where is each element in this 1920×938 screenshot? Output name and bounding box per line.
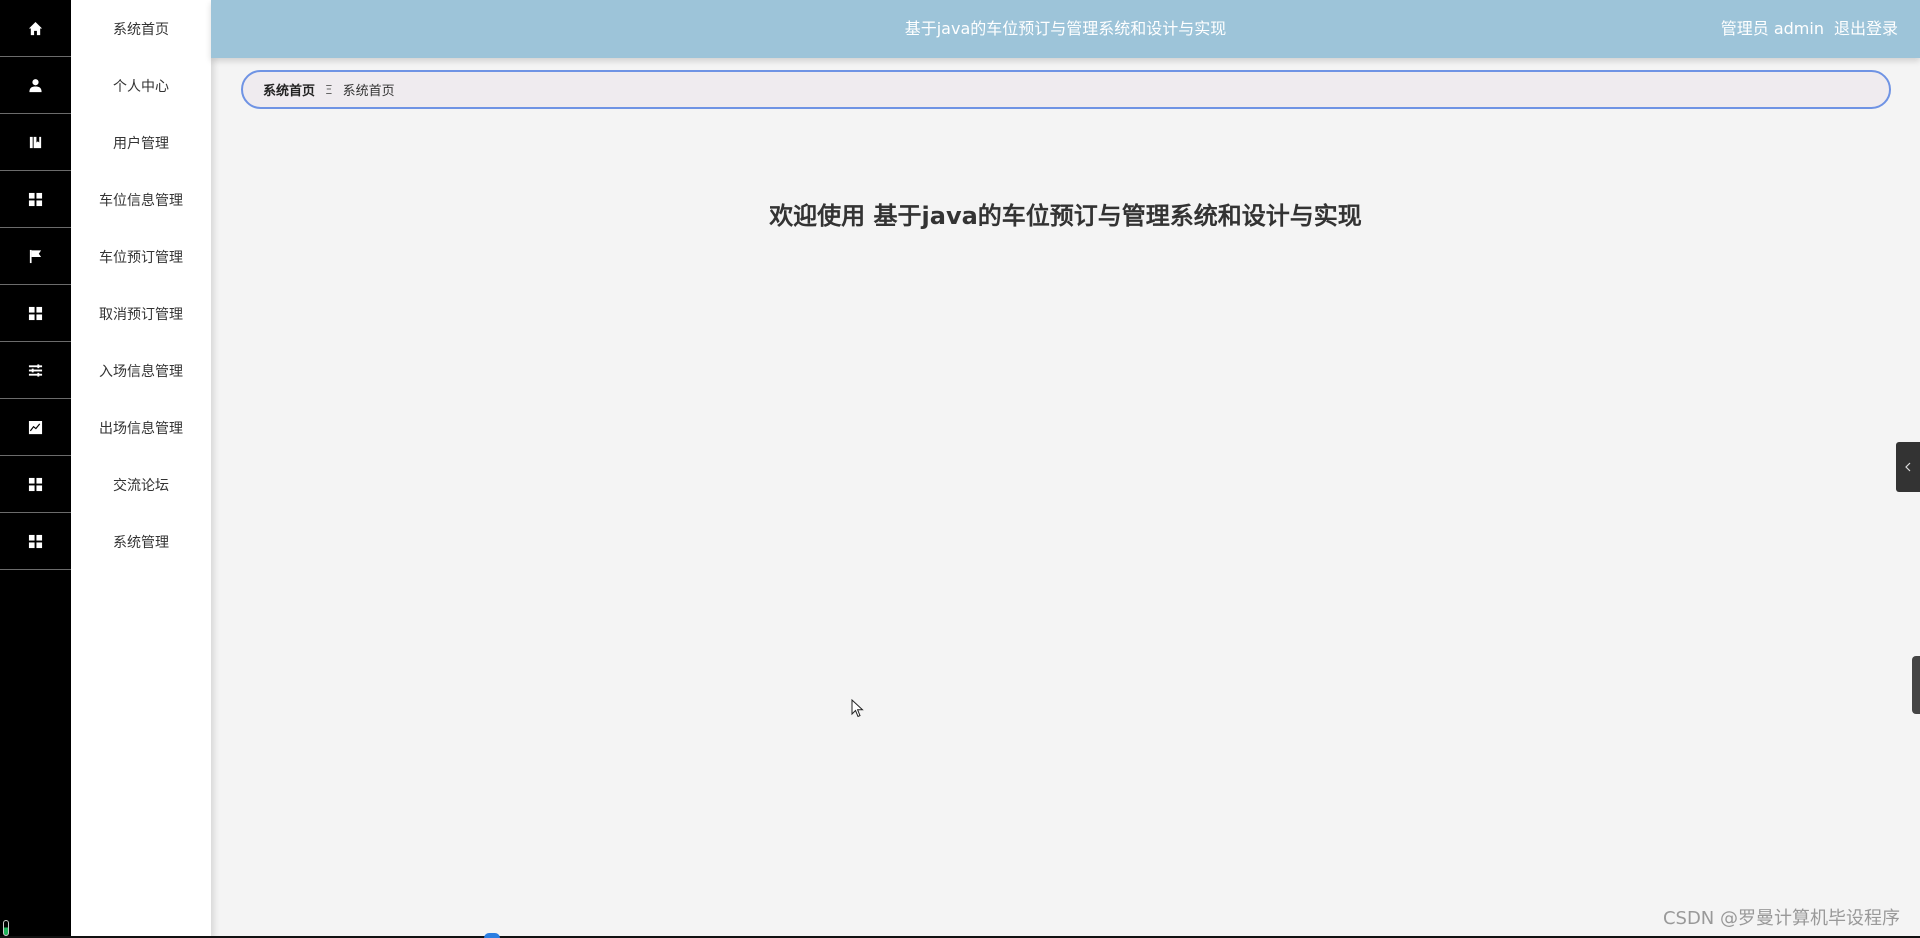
user-icon <box>29 78 42 92</box>
breadcrumb-home-link[interactable]: 系统首页 <box>263 80 315 99</box>
breadcrumb: 系统首页 Ξ 系统首页 <box>241 70 1891 109</box>
top-header: 基于java的车位预订与管理系统和设计与实现 管理员 admin 退出登录 <box>211 0 1920 58</box>
app-title: 基于java的车位预订与管理系统和设计与实现 <box>904 19 1227 38</box>
sidebar-menu: 系统首页 个人中心 用户管理 车位信息管理 车位预订管理 取消预订管理 入场信息… <box>71 0 211 938</box>
sidebar-item-profile[interactable]: 个人中心 <box>71 57 211 114</box>
mouse-cursor-icon <box>851 699 864 718</box>
side-panel-toggle[interactable] <box>1896 442 1920 492</box>
sidebar-item-cancel[interactable]: 取消预订管理 <box>71 285 211 342</box>
book-icon <box>29 136 42 148</box>
chevron-left-icon <box>1905 462 1911 472</box>
watermark: CSDN @罗曼计算机毕设程序 <box>1662 908 1900 929</box>
grid-icon <box>28 306 43 320</box>
sliders-icon <box>28 363 43 377</box>
rail-item-cancel[interactable] <box>0 285 71 342</box>
sidebar-item-forum[interactable]: 交流论坛 <box>71 456 211 513</box>
rail-item-entry[interactable] <box>0 342 71 399</box>
grid-icon <box>28 477 43 491</box>
chart-icon <box>28 420 43 434</box>
header-user-area: 管理员 admin 退出登录 <box>1721 0 1898 58</box>
sidebar-item-home[interactable]: 系统首页 <box>71 0 211 57</box>
user-label: 管理员 admin <box>1720 19 1824 38</box>
sidebar-item-entry[interactable]: 入场信息管理 <box>71 342 211 399</box>
rail-item-profile[interactable] <box>0 57 71 114</box>
icon-rail <box>0 0 71 938</box>
rail-item-forum[interactable] <box>0 456 71 513</box>
breadcrumb-current: 系统首页 <box>342 84 395 99</box>
rail-item-users[interactable] <box>0 114 71 171</box>
rail-item-parking-info[interactable] <box>0 171 71 228</box>
sidebar-item-exit[interactable]: 出场信息管理 <box>71 399 211 456</box>
breadcrumb-separator: Ξ <box>325 82 333 97</box>
sidebar-item-users[interactable]: 用户管理 <box>71 114 211 171</box>
rail-item-home[interactable] <box>0 0 71 57</box>
grid-icon <box>28 192 43 206</box>
grid-icon <box>28 534 43 548</box>
welcome-heading: 欢迎使用 基于java的车位预订与管理系统和设计与实现 <box>769 202 1362 230</box>
logout-button[interactable]: 退出登录 <box>1834 19 1898 38</box>
home-icon <box>28 21 43 35</box>
rail-item-booking[interactable] <box>0 228 71 285</box>
sidebar-item-booking[interactable]: 车位预订管理 <box>71 228 211 285</box>
rail-item-system[interactable] <box>0 513 71 570</box>
sidebar-item-system[interactable]: 系统管理 <box>71 513 211 570</box>
side-scroll-handle[interactable] <box>1912 656 1920 714</box>
rail-item-exit[interactable] <box>0 399 71 456</box>
flag-icon <box>29 249 42 263</box>
bottom-indicator-icon <box>484 933 500 938</box>
battery-indicator-icon <box>3 920 9 936</box>
sidebar-item-parking-info[interactable]: 车位信息管理 <box>71 171 211 228</box>
